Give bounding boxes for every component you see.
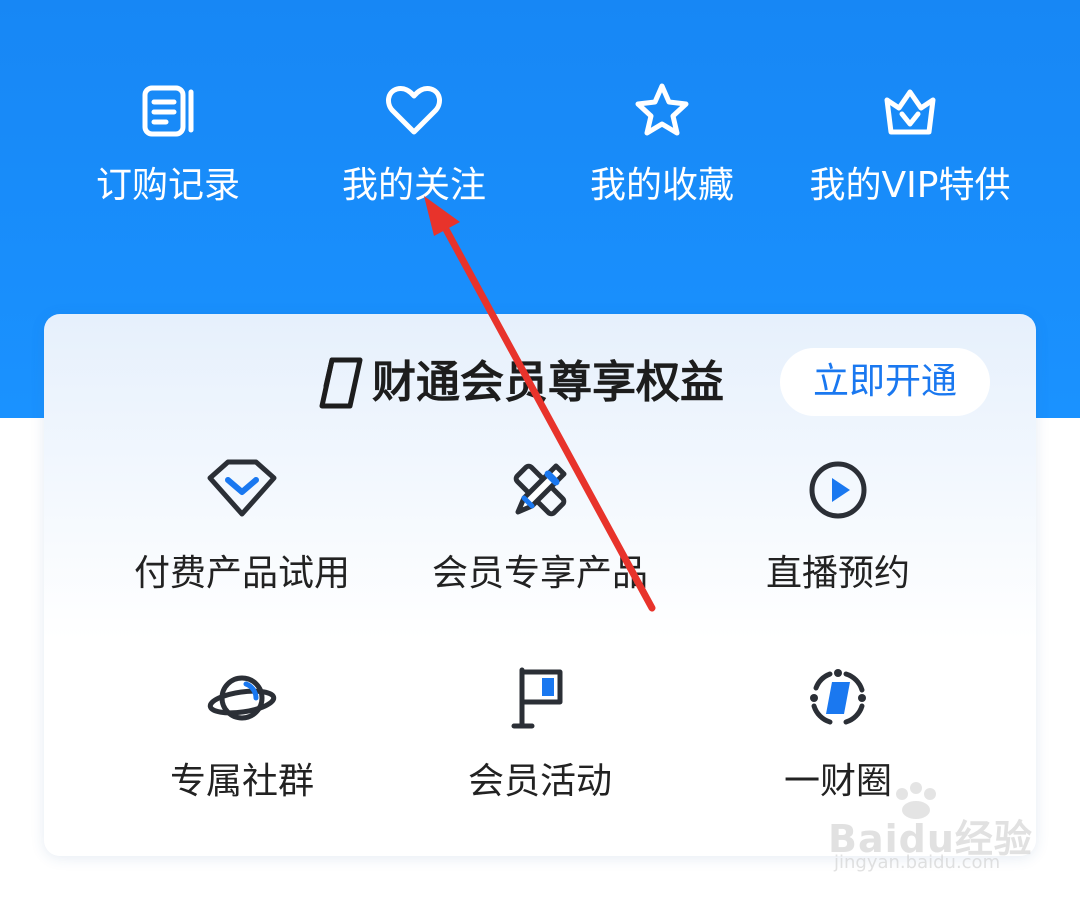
caitong-logo-icon (319, 357, 363, 409)
benefit-label: 会员专享产品 (431, 553, 648, 594)
benefit-paid-trial[interactable]: 付费产品试用 (92, 454, 392, 624)
baidu-jingyan-watermark: Baidu经验 jingyan.baidu.com (828, 780, 1032, 880)
quick-menu: 订购记录 我的关注 我的收藏 我的VIP特供 (0, 70, 1080, 230)
benefit-exclusive-community[interactable]: 专属社群 (92, 662, 392, 832)
benefit-label: 会员活动 (467, 761, 612, 802)
diamond-icon (207, 459, 277, 517)
quick-item-vip-offers[interactable]: 我的VIP特供 (790, 70, 1030, 220)
pencil-ruler-icon (513, 463, 567, 517)
membership-card: 财通会员尊享权益 立即开通 付费产品试用 会员专享产品 直播预约 专属社群 会员… (44, 314, 1036, 856)
quick-item-my-favorites[interactable]: 我的收藏 (542, 70, 782, 220)
benefit-live-booking[interactable]: 直播预约 (688, 454, 988, 624)
quick-item-label: 我的关注 (341, 165, 486, 206)
quick-item-my-follows[interactable]: 我的关注 (294, 70, 534, 220)
benefit-member-products[interactable]: 会员专享产品 (390, 454, 690, 624)
membership-card-header: 财通会员尊享权益 立即开通 (44, 348, 1036, 418)
order-record-icon (142, 85, 194, 137)
benefit-label: 付费产品试用 (133, 553, 350, 594)
benefit-label: 直播预约 (765, 553, 910, 594)
quick-item-order-record[interactable]: 订购记录 (48, 70, 288, 220)
quick-item-label: 我的收藏 (589, 165, 734, 206)
benefit-label: 专属社群 (169, 761, 314, 802)
star-icon (635, 83, 689, 136)
heart-icon (386, 86, 442, 135)
crown-icon (884, 89, 936, 135)
planet-icon (207, 675, 277, 721)
compass-ring-icon (810, 669, 866, 725)
quick-item-label: 我的VIP特供 (809, 165, 1011, 206)
membership-card-title: 财通会员尊享权益 (372, 357, 724, 408)
flag-icon (511, 667, 563, 729)
watermark-url: jingyan.baidu.com (834, 852, 1001, 873)
quick-item-label: 订购记录 (95, 165, 240, 206)
benefit-member-activities[interactable]: 会员活动 (390, 662, 690, 832)
play-circle-icon (809, 461, 867, 519)
open-membership-button[interactable]: 立即开通 (780, 348, 990, 416)
